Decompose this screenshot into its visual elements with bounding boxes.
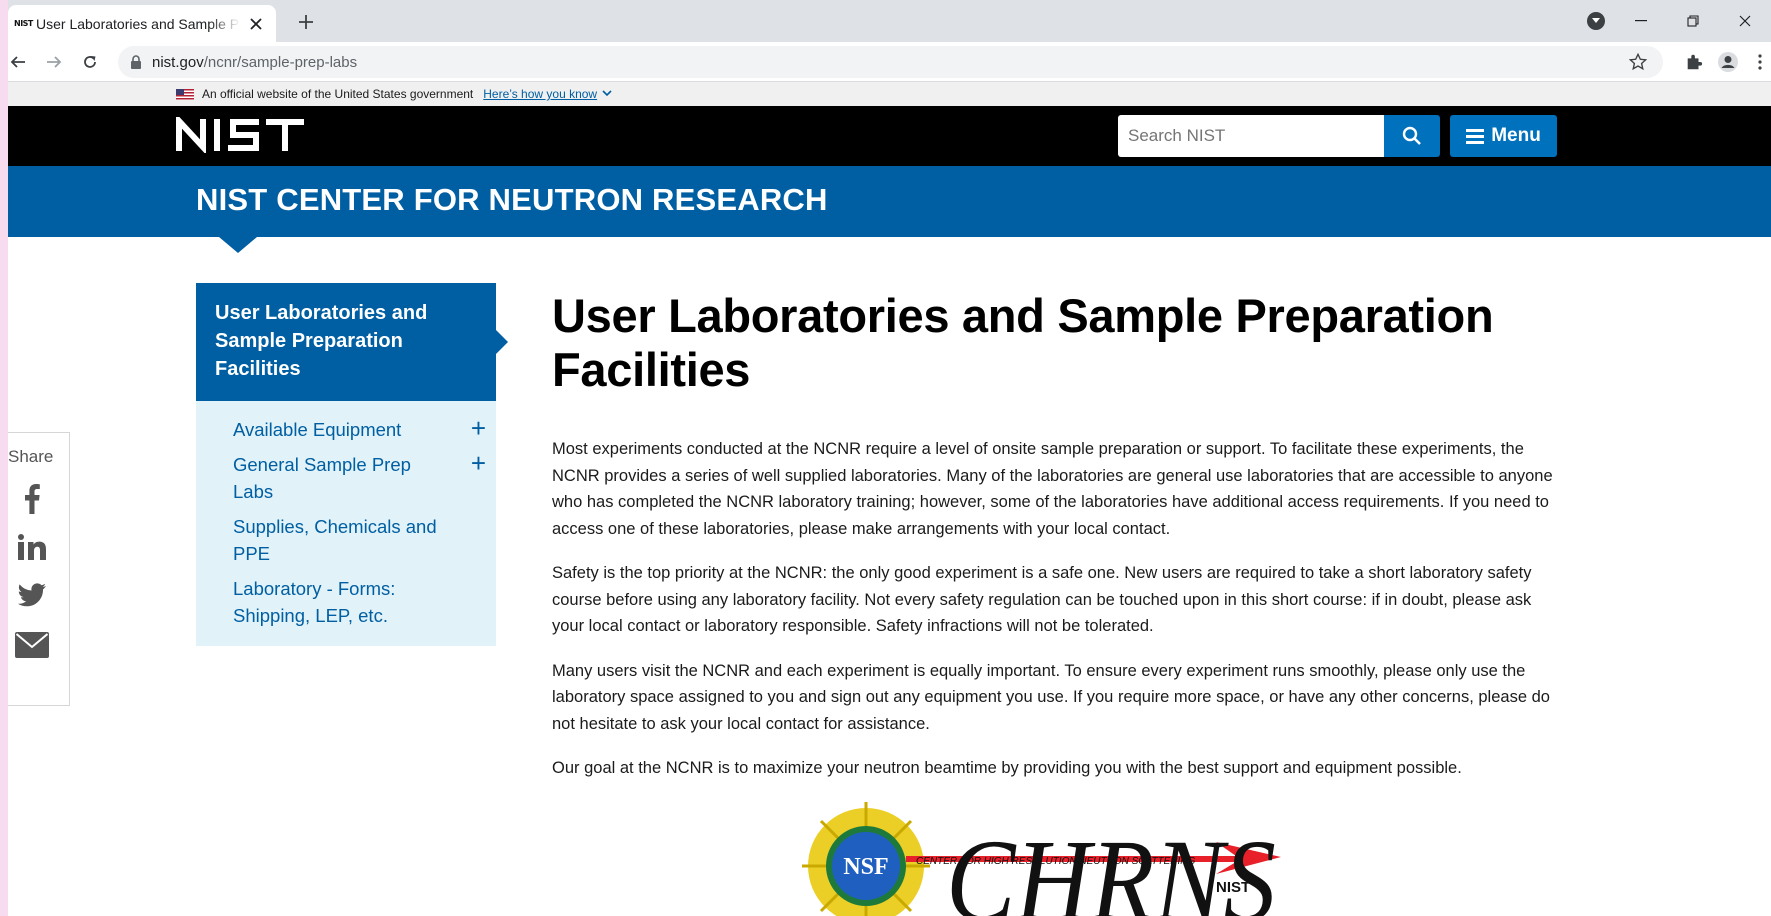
hamburger-icon [1466, 128, 1485, 144]
menu-button[interactable]: Menu [1450, 115, 1557, 157]
body-text: Most experiments conducted at the NCNR r… [552, 436, 1562, 782]
sidebar-item-available-equipment[interactable]: Available Equipment + [196, 413, 496, 448]
restore-icon[interactable] [1667, 0, 1719, 42]
sidebar-item-general-sample-prep-labs[interactable]: General Sample Prep Labs + [196, 448, 496, 510]
menu-label: Menu [1491, 125, 1541, 146]
expand-plus-icon[interactable]: + [471, 415, 486, 441]
window-controls [1615, 0, 1771, 42]
page-title: User Laboratories and Sample Preparation… [552, 289, 1494, 396]
site-header: Menu [8, 106, 1771, 166]
chevron-down-icon[interactable] [602, 89, 612, 100]
minimize-icon[interactable] [1615, 0, 1667, 42]
facebook-icon[interactable] [14, 481, 50, 517]
share-rail: Share [8, 432, 70, 706]
twitter-icon[interactable] [14, 577, 50, 613]
sidebar-item-label[interactable]: Available Equipment [233, 416, 453, 443]
browser-tab[interactable]: NIST User Laboratories and Sample Prep L… [8, 5, 276, 42]
chrns-nist-text: NIST [1216, 879, 1250, 896]
org-title[interactable]: NIST CENTER FOR NEUTRON RESEARCH [196, 182, 828, 218]
paragraph: Our goal at the NCNR is to maximize your… [552, 759, 1462, 777]
search-button[interactable] [1384, 115, 1440, 157]
gov-banner: An official website of the United States… [8, 82, 1771, 106]
forward-icon[interactable] [42, 50, 66, 74]
tab-strip: NIST User Laboratories and Sample Prep L… [8, 0, 1771, 42]
sidebar-list: Available Equipment + General Sample Pre… [196, 401, 496, 646]
reload-icon[interactable] [78, 50, 102, 74]
search-input[interactable] [1118, 115, 1384, 157]
gov-banner-text: An official website of the United States… [202, 87, 474, 101]
sidebar-item-label[interactable]: Laboratory - Forms: Shipping, LEP, etc. [233, 575, 453, 629]
email-icon[interactable] [14, 627, 50, 663]
sidebar-item-label[interactable]: General Sample Prep Labs [233, 451, 453, 505]
expand-plus-icon[interactable]: + [471, 450, 486, 476]
chrns-tagline: CENTER FOR HIGH RESOLUTION NEUTRON SCATT… [916, 856, 1195, 867]
browser-window: NIST User Laboratories and Sample Prep L… [8, 0, 1771, 916]
back-icon[interactable] [8, 50, 30, 74]
search-form [1118, 115, 1440, 157]
search-icon [1402, 126, 1421, 145]
favicon: NIST [14, 19, 33, 28]
sidebar-item-supplies-chemicals-ppe[interactable]: Supplies, Chemicals and PPE [196, 510, 496, 572]
heres-how-you-know-link[interactable]: Here’s how you know [483, 87, 597, 101]
sidebar-item-laboratory-forms[interactable]: Laboratory - Forms: Shipping, LEP, etc. [196, 572, 496, 634]
browser-toolbar: nist.gov/ncnr/sample-prep-labs [8, 42, 1771, 82]
tab-title: User Laboratories and Sample Prep Labs [36, 15, 240, 32]
bookmark-star-icon[interactable] [1626, 50, 1650, 74]
main-content: User Laboratories and Sample Preparation… [552, 283, 1562, 800]
us-flag-icon [176, 88, 194, 100]
lock-icon [131, 55, 141, 69]
profile-icon[interactable] [1716, 50, 1740, 74]
sidebar-nav: User Laboratories and Sample Preparation… [196, 283, 508, 646]
share-label: Share [8, 447, 54, 466]
plus-icon [299, 15, 313, 29]
tab-search-icon[interactable] [1587, 12, 1605, 30]
web-page: An official website of the United States… [8, 82, 1771, 916]
url-text: nist.gov/ncnr/sample-prep-labs [152, 53, 358, 71]
org-band: NIST CENTER FOR NEUTRON RESEARCH [8, 166, 1771, 237]
address-bar[interactable]: nist.gov/ncnr/sample-prep-labs [118, 46, 1663, 78]
paragraph: Many users visit the NCNR and each exper… [552, 661, 1550, 733]
close-window-icon[interactable] [1719, 0, 1771, 42]
sidebar-heading[interactable]: User Laboratories and Sample Preparation… [196, 283, 508, 401]
chrns-logo: NSF CHRNS CENTER FOR HIGH RESOLUTION NEU… [796, 794, 1336, 916]
paragraph: Safety is the top priority at the NCNR: … [552, 564, 1532, 635]
nist-logo[interactable] [176, 113, 306, 158]
paragraph: Most experiments conducted at the NCNR r… [552, 440, 1553, 538]
org-notch [219, 237, 257, 253]
linkedin-icon[interactable] [14, 529, 50, 565]
new-tab-button[interactable] [294, 10, 318, 34]
nsf-text: NSF [843, 854, 888, 880]
close-icon[interactable] [246, 14, 266, 34]
extensions-icon[interactable] [1682, 50, 1706, 74]
sidebar-item-label[interactable]: Supplies, Chemicals and PPE [233, 513, 453, 567]
more-menu-icon[interactable] [1748, 50, 1771, 74]
